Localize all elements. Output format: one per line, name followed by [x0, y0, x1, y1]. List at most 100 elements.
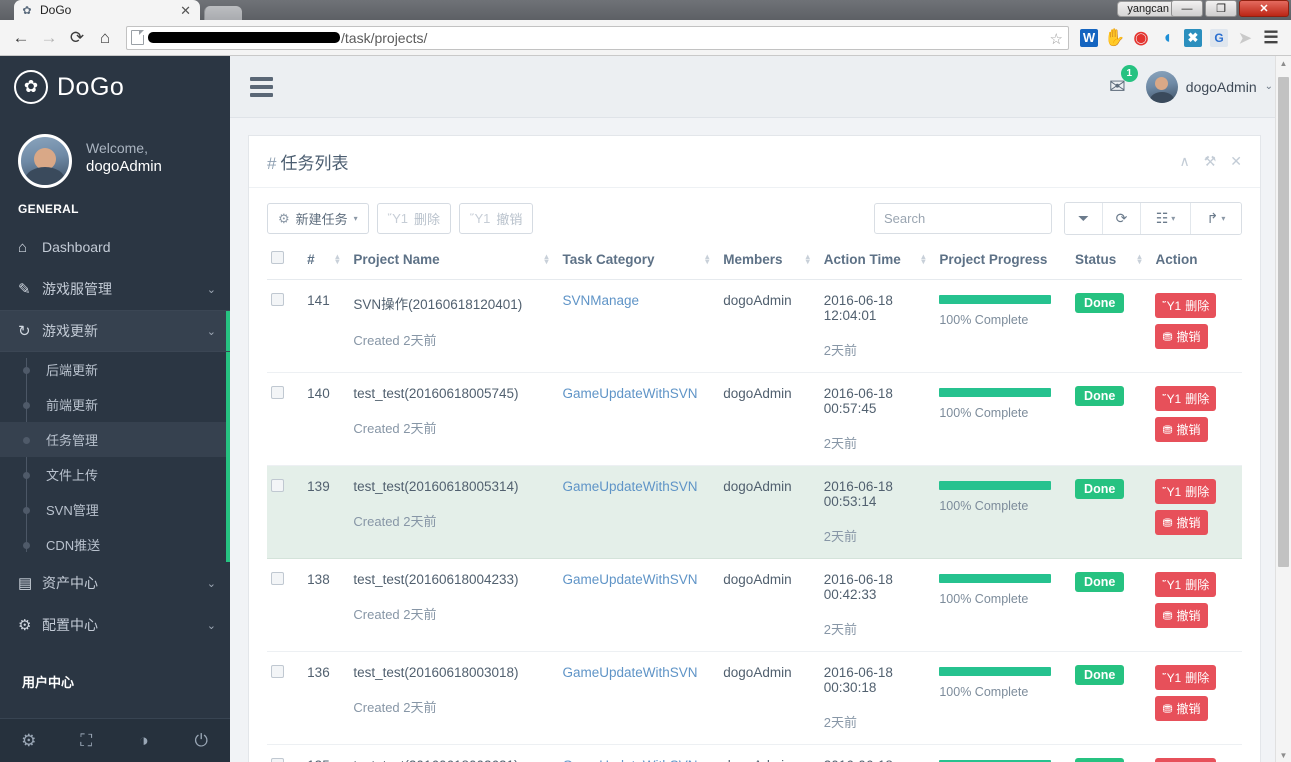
- close-icon[interactable]: ✕: [1230, 153, 1242, 170]
- table-row[interactable]: 141 SVN操作(20160618120401) Created 2天前 SVNMa…: [267, 279, 1242, 373]
- sidebar-subitem-backend-update[interactable]: 后端更新: [0, 352, 230, 387]
- th-action-time[interactable]: Action Time ▴ ▾: [819, 243, 936, 280]
- row-checkbox[interactable]: [271, 479, 284, 492]
- google-translate-icon[interactable]: G: [1207, 26, 1231, 50]
- power-off-icon[interactable]: ⏻: [173, 719, 231, 762]
- sidebar-subitem-frontend-update[interactable]: 前端更新: [0, 387, 230, 422]
- export-icon[interactable]: ↱ ▾: [1191, 203, 1241, 234]
- scroll-down-icon[interactable]: ▼: [1276, 748, 1291, 762]
- project-name-text[interactable]: SVN操作(20160618120401): [353, 293, 554, 313]
- adblock-stop-icon[interactable]: ✋: [1103, 26, 1127, 50]
- project-name-text[interactable]: test_test(20160618004233): [353, 572, 554, 587]
- row-checkbox[interactable]: [271, 758, 284, 762]
- sort-icon[interactable]: ▴ ▾: [544, 253, 554, 266]
- cell-select[interactable]: [267, 279, 304, 373]
- sidebar-subitem-task-management[interactable]: 任务管理: [0, 422, 230, 457]
- row-checkbox[interactable]: [271, 293, 284, 306]
- cell-select[interactable]: [267, 558, 304, 652]
- status-badge[interactable]: Done: [1075, 386, 1125, 406]
- status-badge[interactable]: Done: [1075, 758, 1125, 762]
- row-delete-button[interactable]: Ὕ1删除: [1155, 758, 1217, 762]
- sidebar-subitem-cdn-push[interactable]: CDN推送: [0, 527, 230, 562]
- sort-icon[interactable]: ▴ ▾: [1137, 253, 1147, 266]
- wrench-icon[interactable]: ⚒: [1204, 153, 1217, 170]
- project-name-text[interactable]: test_test(20160618003018): [353, 665, 554, 680]
- th-status[interactable]: Status ▴ ▾: [1071, 243, 1152, 280]
- cell-select[interactable]: [267, 372, 304, 466]
- row-delete-button[interactable]: Ὕ1删除: [1155, 665, 1217, 690]
- sidebar-item-game-update[interactable]: ↻ 游戏更新 ⌄: [0, 310, 230, 352]
- fullscreen-box-icon[interactable]: ⏷: [1065, 203, 1103, 234]
- row-revoke-button[interactable]: ⛃ 撤销: [1155, 510, 1208, 535]
- xmind-icon[interactable]: ✖: [1181, 26, 1205, 50]
- back-icon[interactable]: ←: [8, 25, 34, 51]
- table-row[interactable]: 136 test_test(20160618003018) Created 2天前 G…: [267, 651, 1242, 745]
- new-task-button[interactable]: ⚙ 新建任务 ▾: [267, 203, 369, 234]
- search-input[interactable]: [874, 203, 1052, 234]
- chrome-menu-icon[interactable]: ☰: [1259, 26, 1283, 50]
- sort-icon[interactable]: ▴ ▾: [921, 253, 931, 266]
- row-delete-button[interactable]: Ὕ1删除: [1155, 479, 1217, 504]
- bookmark-star-icon[interactable]: ☆: [1050, 30, 1063, 48]
- row-delete-button[interactable]: Ὕ1删除: [1155, 293, 1217, 318]
- sidebar-item-dashboard[interactable]: ⌂ Dashboard: [0, 226, 230, 268]
- reload-icon[interactable]: ⟳: [64, 25, 90, 51]
- cell-select[interactable]: [267, 744, 304, 762]
- word-extension-icon[interactable]: W: [1077, 26, 1101, 50]
- fullscreen-expand-icon[interactable]: ⛶: [58, 719, 116, 762]
- table-row[interactable]: 139 test_test(20160618005314) Created 2天前 G…: [267, 465, 1242, 559]
- status-badge[interactable]: Done: [1075, 572, 1125, 592]
- row-revoke-button[interactable]: ⛃ 撤销: [1155, 603, 1208, 628]
- notifications-mail-button[interactable]: ✉ 1: [1109, 65, 1138, 99]
- th-select-all[interactable]: [267, 243, 304, 280]
- weibo-icon[interactable]: ◉: [1129, 26, 1153, 50]
- sort-icon[interactable]: ▴ ▾: [335, 253, 345, 266]
- th-members[interactable]: Members ▴ ▾: [719, 243, 820, 280]
- user-menu[interactable]: dogoAdmin ⌄: [1145, 70, 1273, 103]
- columns-grid-icon[interactable]: ☷ ▾: [1141, 203, 1191, 234]
- home-icon[interactable]: ⌂: [92, 25, 118, 51]
- table-row[interactable]: 138 test_test(20160618004233) Created 2天前 G…: [267, 558, 1242, 652]
- row-checkbox[interactable]: [271, 572, 284, 585]
- th-id[interactable]: # ▴ ▾: [303, 243, 350, 280]
- collapse-icon[interactable]: ∧: [1179, 153, 1189, 170]
- row-revoke-button[interactable]: ⛃ 撤销: [1155, 324, 1208, 349]
- browser-tab[interactable]: ✿ DoGo ✕: [14, 0, 200, 20]
- blue-swirl-icon[interactable]: ◖: [1155, 26, 1179, 50]
- row-revoke-button[interactable]: ⛃ 撤销: [1155, 696, 1208, 721]
- sidebar-item-asset-center[interactable]: ▤ 资产中心 ⌄: [0, 562, 230, 604]
- sidebar-item-config-center[interactable]: ⚙ 配置中心 ⌄: [0, 604, 230, 646]
- select-all-checkbox[interactable]: [271, 251, 284, 264]
- sidebar-item-game-server-management[interactable]: ✎ 游戏服管理 ⌄: [0, 268, 230, 310]
- sort-icon[interactable]: ▴ ▾: [806, 253, 816, 266]
- cell-select[interactable]: [267, 651, 304, 745]
- menu-toggle[interactable]: [250, 76, 273, 97]
- sidebar-subitem-svn-management[interactable]: SVN管理: [0, 492, 230, 527]
- status-badge[interactable]: Done: [1075, 665, 1125, 685]
- page-scrollbar[interactable]: ▲ ▼: [1275, 56, 1291, 762]
- cell-select[interactable]: [267, 465, 304, 559]
- project-name-text[interactable]: test_test(20160618005314): [353, 479, 554, 494]
- row-delete-button[interactable]: Ὕ1删除: [1155, 572, 1217, 597]
- project-name-text[interactable]: test_test(20160618005745): [353, 386, 554, 401]
- scroll-up-icon[interactable]: ▲: [1276, 56, 1291, 70]
- settings-gear-icon[interactable]: ⚙: [0, 719, 58, 762]
- status-badge[interactable]: Done: [1075, 293, 1125, 313]
- row-checkbox[interactable]: [271, 386, 284, 399]
- scrollbar-thumb[interactable]: [1278, 77, 1289, 567]
- th-project-name[interactable]: Project Name ▴ ▾: [349, 243, 559, 280]
- table-row[interactable]: 135test_test(20160618002621)Created 2天前G…: [267, 744, 1242, 762]
- project-name-text[interactable]: test_test(20160618002621): [353, 758, 554, 762]
- sidebar-subitem-file-upload[interactable]: 文件上传: [0, 457, 230, 492]
- address-bar[interactable]: /task/projects/ ☆: [126, 25, 1069, 50]
- table-row[interactable]: 140 test_test(20160618005745) Created 2天前 G…: [267, 372, 1242, 466]
- delete-button[interactable]: Ὕ1 删除: [376, 203, 452, 234]
- status-badge[interactable]: Done: [1075, 479, 1125, 499]
- window-maximize-button[interactable]: ❐: [1205, 0, 1237, 17]
- th-task-category[interactable]: Task Category ▴ ▾: [558, 243, 720, 280]
- window-close-button[interactable]: ✕: [1239, 0, 1289, 17]
- window-minimize-button[interactable]: —: [1171, 0, 1203, 17]
- row-delete-button[interactable]: Ὕ1删除: [1155, 386, 1217, 411]
- row-checkbox[interactable]: [271, 665, 284, 678]
- sort-icon[interactable]: ▴ ▾: [705, 253, 715, 266]
